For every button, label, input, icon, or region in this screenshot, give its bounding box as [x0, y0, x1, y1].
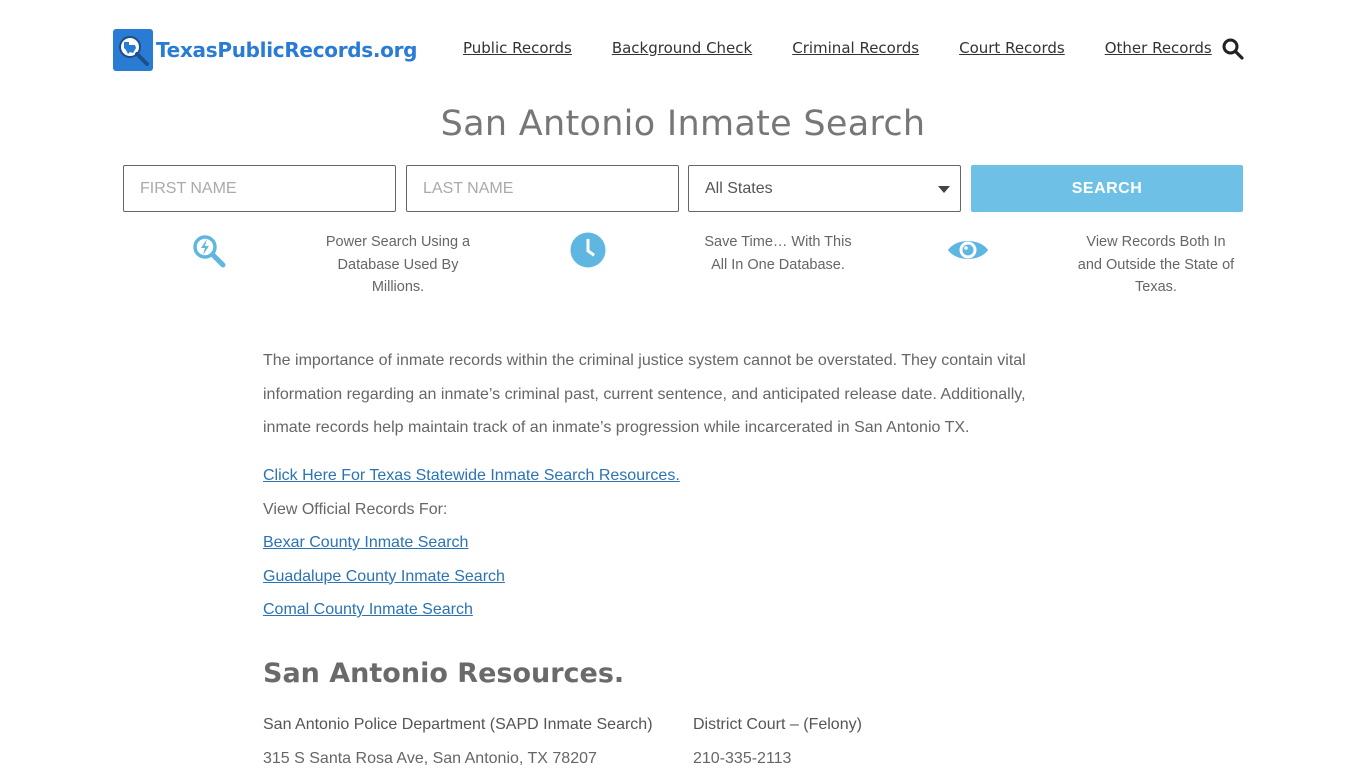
feature-text-power-search: Power Search Using a Database Used By Mi… — [325, 234, 471, 295]
view-official-records-label: View Official Records For: — [263, 500, 448, 518]
resource-address: 315 S Santa Rosa Ave, San Antonio, TX 78… — [263, 749, 597, 767]
feature-text-save-time: Save Time… With This All In One Database… — [704, 234, 852, 273]
nav-other-records[interactable]: Other Records — [1105, 39, 1212, 57]
clock-icon — [570, 232, 606, 273]
bexar-county-link[interactable]: Bexar County Inmate Search — [263, 526, 1073, 560]
nav-background-check[interactable]: Background Check — [612, 39, 752, 57]
logo-magnifier-icon — [113, 29, 153, 71]
guadalupe-county-link[interactable]: Guadalupe County Inmate Search — [263, 560, 1073, 594]
nav-court-records[interactable]: Court Records — [959, 39, 1065, 57]
resources-grid: San Antonio Police Department (SAPD Inma… — [263, 708, 1073, 768]
nav-public-records[interactable]: Public Records — [463, 39, 572, 57]
eye-icon — [947, 236, 989, 269]
inmate-search-form: All States SEARCH — [123, 165, 1243, 212]
resource-name: District Court – (Felony) — [693, 715, 862, 733]
search-button[interactable]: SEARCH — [971, 165, 1243, 212]
intro-paragraph: The importance of inmate records within … — [263, 352, 1026, 436]
feature-text-view-records: View Records Both In and Outside the Sta… — [1077, 234, 1235, 295]
caret-down-icon — [938, 186, 950, 193]
resource-district-court: District Court – (Felony) 210-335-2113 — [693, 708, 862, 768]
state-select-value: All States — [705, 180, 773, 197]
power-search-icon — [191, 233, 227, 274]
resource-phone: 210-335-2113 — [693, 749, 792, 767]
statewide-inmate-search-link[interactable]: Click Here For Texas Statewide Inmate Se… — [263, 459, 1073, 493]
page-title: San Antonio Inmate Search — [440, 104, 926, 144]
resources-title: San Antonio Resources. — [263, 657, 625, 689]
site-header: TexasPublicRecords.org Public Records Ba… — [0, 0, 1366, 100]
state-select[interactable]: All States — [688, 165, 961, 212]
main-nav: Public Records Background Check Criminal… — [463, 39, 1212, 57]
search-icon[interactable] — [1222, 38, 1244, 60]
main-content: The importance of inmate records within … — [263, 344, 1073, 768]
resource-name: San Antonio Police Department (SAPD Inma… — [263, 715, 653, 733]
last-name-input[interactable] — [406, 165, 679, 212]
nav-criminal-records[interactable]: Criminal Records — [792, 39, 919, 57]
site-logo[interactable]: TexasPublicRecords.org — [113, 29, 418, 71]
logo-text: TexasPublicRecords.org — [156, 38, 418, 62]
comal-county-link[interactable]: Comal County Inmate Search — [263, 593, 1073, 627]
resource-sapd: San Antonio Police Department (SAPD Inma… — [263, 708, 653, 768]
first-name-input[interactable] — [123, 165, 396, 212]
